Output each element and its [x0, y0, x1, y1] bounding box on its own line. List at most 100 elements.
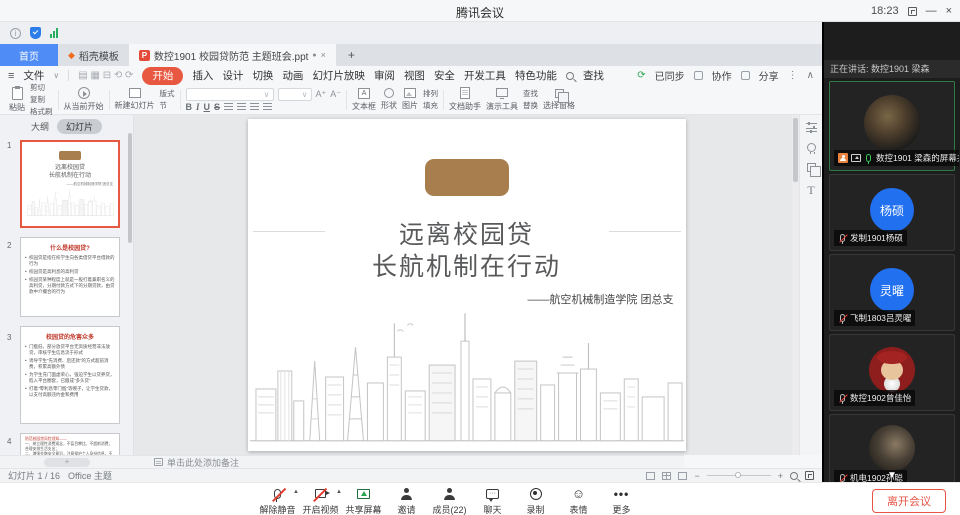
paste-button[interactable]: 粘贴	[9, 87, 25, 113]
video-tile[interactable]: 数控1902曾佳怡	[829, 334, 955, 411]
emoji-button[interactable]: ☺ 表情	[557, 486, 600, 515]
ribbon-replace-button[interactable]: 替换	[523, 100, 538, 111]
zoom-in-icon[interactable]: +	[778, 471, 783, 481]
copy-button[interactable]: 复制	[30, 94, 53, 105]
strikethrough-button[interactable]: S	[214, 102, 220, 112]
tab-document[interactable]: P 数控1901 校园贷防范 主题班会.ppt ● ×	[129, 44, 336, 66]
current-slide[interactable]: 远离校园贷 长航机制在行动 ——航空机械制造学院 团总支	[248, 119, 686, 451]
video-tile[interactable]: 灵曜 飞制1803吕灵曜	[829, 254, 955, 331]
line-spacing-icon[interactable]	[263, 103, 272, 110]
play-from-current-button[interactable]: 从当前开始	[64, 87, 104, 112]
reading-view-icon[interactable]	[678, 472, 687, 480]
collapse-ribbon-icon[interactable]: ∧	[807, 70, 814, 81]
arrange-button[interactable]: 排列	[423, 88, 438, 99]
slide-title-line2[interactable]: 长航机制在行动	[248, 247, 686, 283]
new-slide-button[interactable]: 新建幻灯片	[115, 88, 155, 111]
menu-security[interactable]: 安全	[434, 68, 455, 83]
shield-icon[interactable]	[30, 27, 41, 39]
panel-scrollbar[interactable]	[128, 133, 132, 243]
video-tile[interactable]: 杨硕 发制1901杨硕	[829, 174, 955, 251]
hamburger-icon[interactable]: ≡	[8, 70, 14, 82]
doc-assistant-button[interactable]: 文档助手	[449, 87, 481, 112]
shapes-button[interactable]: 形状	[381, 88, 397, 111]
slide-thumbnail-2[interactable]: 什么是校园贷? 校园贷是指在校学生向各类借贷平台借款的行为 校园贷是高利息的高利…	[20, 237, 120, 317]
italic-button[interactable]: I	[196, 102, 200, 112]
slide-thumbnail-1[interactable]: 远离校园贷 长航机制在行动 ——航空机械制造学院 团总支	[20, 140, 120, 228]
chevron-down-icon[interactable]: ∨	[53, 71, 59, 80]
underline-button[interactable]: U	[204, 102, 211, 112]
new-tab-button[interactable]: +	[336, 44, 367, 66]
slide-subtitle[interactable]: ——航空机械制造学院 团总支	[527, 291, 673, 307]
picture-button[interactable]: 图片	[402, 88, 418, 111]
members-button[interactable]: 成员(22)	[428, 486, 471, 515]
unmute-button[interactable]: ▲ 解除静音	[256, 486, 299, 515]
video-tile-sharing[interactable]: 数控1901 梁森的屏幕共享	[829, 81, 955, 171]
collab-label[interactable]: 协作	[712, 68, 732, 83]
font-size-select[interactable]: ∨	[278, 88, 312, 101]
text-tool-icon[interactable]: T	[807, 183, 814, 198]
tab-templates[interactable]: ◆ 稻壳模板	[58, 44, 129, 66]
more-button[interactable]: ••• 更多	[600, 486, 643, 515]
align-center-icon[interactable]	[237, 103, 246, 110]
minimize-icon[interactable]: —	[926, 5, 937, 17]
close-icon[interactable]: ×	[946, 5, 952, 17]
share-label[interactable]: 分享	[759, 68, 779, 83]
fullscreen-view-icon[interactable]	[805, 471, 814, 480]
present-tools-button[interactable]: 演示工具	[486, 88, 518, 112]
menu-file[interactable]: 文件	[23, 68, 44, 83]
slide-brown-shape[interactable]	[425, 159, 509, 196]
start-video-button[interactable]: ▲ 开启视频	[299, 486, 342, 515]
menu-features[interactable]: 特色功能	[515, 68, 557, 83]
record-button[interactable]: 录制	[514, 486, 557, 515]
font-name-select[interactable]: ∨	[186, 88, 274, 101]
quick-access-icons[interactable]: ▤ ▦ ⊟ ⟲ ⟳	[78, 70, 133, 81]
invite-button[interactable]: 邀请	[385, 486, 428, 515]
notes-placeholder-zone[interactable]: 单击此处添加备注	[154, 456, 239, 469]
slide-editor-canvas[interactable]: 远离校园贷 长航机制在行动 ——航空机械制造学院 团总支	[134, 115, 799, 455]
editor-scrollbar[interactable]	[792, 115, 799, 455]
menu-review[interactable]: 审阅	[374, 68, 395, 83]
selection-pane-button[interactable]: 选择窗格	[543, 89, 575, 111]
resource-library-icon[interactable]	[807, 163, 816, 172]
menu-slideshow[interactable]: 幻灯片放映	[312, 68, 365, 83]
tab-close-icon[interactable]: ×	[321, 50, 326, 60]
menu-home-active[interactable]: 开始	[142, 67, 183, 85]
bold-button[interactable]: B	[186, 102, 193, 112]
tab-home[interactable]: 首页	[0, 44, 58, 66]
outline-tab[interactable]: 大纲	[31, 120, 49, 133]
align-left-icon[interactable]	[224, 103, 233, 110]
normal-view-icon[interactable]	[646, 472, 655, 480]
slide-thumbnail-3[interactable]: 校园贷的危害众多 门槛低，部分放贷平台无资质经营非法放贷，审核学生信息流于形式 …	[20, 326, 120, 424]
align-right-icon[interactable]	[250, 103, 259, 110]
search-icon[interactable]	[566, 72, 574, 80]
menu-devtools[interactable]: 开发工具	[464, 68, 506, 83]
zoom-out-icon[interactable]: −	[694, 471, 699, 481]
synced-label[interactable]: 已同步	[655, 68, 685, 83]
object-properties-icon[interactable]	[806, 123, 817, 132]
slide-thumbnail-4[interactable]: 防范校园贷风险须知—— 一、树立理性消费观念，不盲目攀比、不超前消费，合理安排生…	[20, 433, 120, 455]
menu-animation[interactable]: 动画	[282, 68, 303, 83]
menu-view[interactable]: 视图	[404, 68, 425, 83]
more-vertical-icon[interactable]: ⋮	[788, 70, 798, 81]
leave-meeting-button[interactable]: 离开会议	[872, 489, 946, 513]
section-button[interactable]: 节	[160, 100, 175, 111]
slides-tab-active[interactable]: 幻灯片	[57, 119, 102, 134]
menu-find[interactable]: 查找	[583, 68, 604, 83]
smart-assistant-icon[interactable]	[807, 143, 816, 152]
notes-placeholder[interactable]: 单击此处添加备注	[167, 456, 239, 469]
menu-insert[interactable]: 插入	[192, 68, 213, 83]
fullscreen-icon[interactable]	[908, 7, 917, 16]
chat-button[interactable]: ··· 聊天	[471, 486, 514, 515]
fill-button[interactable]: 填充	[423, 100, 438, 111]
layout-button[interactable]: 版式	[160, 88, 175, 99]
add-slide-button[interactable]: +	[44, 458, 90, 467]
scroll-more-icon[interactable]: ▼	[887, 470, 897, 481]
font-grow-icon[interactable]: A⁺	[316, 89, 327, 100]
ribbon-find-button[interactable]: 查找	[523, 88, 538, 99]
font-shrink-icon[interactable]: A⁻	[330, 89, 341, 100]
fit-zoom-icon[interactable]	[790, 472, 798, 480]
slide-sorter-icon[interactable]	[662, 472, 671, 480]
textbox-button[interactable]: A文本框	[352, 88, 376, 112]
zoom-slider[interactable]	[707, 475, 771, 476]
info-icon[interactable]: i	[10, 28, 21, 39]
